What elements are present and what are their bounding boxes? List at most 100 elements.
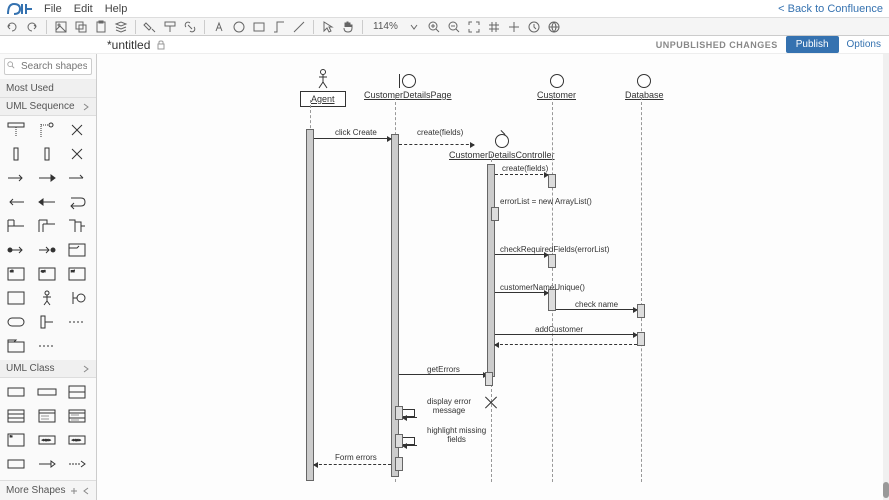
link-button[interactable] bbox=[182, 19, 198, 35]
shape-realize[interactable] bbox=[35, 454, 59, 474]
shape-class-3row[interactable] bbox=[4, 406, 28, 426]
undo-button[interactable] bbox=[4, 19, 20, 35]
section-most-used[interactable]: Most Used bbox=[0, 80, 96, 98]
shape-actor[interactable] bbox=[35, 288, 59, 308]
globe-button[interactable] bbox=[546, 19, 562, 35]
shape-activation2[interactable] bbox=[35, 144, 59, 164]
shape-dashed[interactable] bbox=[65, 312, 89, 332]
copy-button[interactable] bbox=[73, 19, 89, 35]
lifeline-customer[interactable]: Customer bbox=[537, 90, 576, 100]
history-button[interactable] bbox=[526, 19, 542, 35]
scrollbar-vertical[interactable] bbox=[883, 54, 889, 500]
msg-click-create[interactable]: click Create bbox=[335, 128, 377, 137]
shape-note[interactable] bbox=[4, 288, 28, 308]
shape-object[interactable] bbox=[4, 312, 28, 332]
msg-create-fields1[interactable]: create(fields) bbox=[417, 128, 463, 137]
shape-arrow-left-filled[interactable] bbox=[35, 192, 59, 212]
pointer-button[interactable] bbox=[320, 19, 336, 35]
lifeline-database[interactable]: Database bbox=[625, 90, 664, 100]
shape-stereotype2[interactable]: <<e>> bbox=[65, 430, 89, 450]
text-button[interactable] bbox=[211, 19, 227, 35]
shape-interface[interactable]: int bbox=[4, 430, 28, 450]
msg-check-name[interactable]: check name bbox=[575, 300, 618, 309]
paste-button[interactable] bbox=[93, 19, 109, 35]
shape-arrow-left[interactable] bbox=[4, 192, 28, 212]
connector-button[interactable] bbox=[271, 19, 287, 35]
shape-alt[interactable]: alt bbox=[4, 264, 28, 284]
layers-button[interactable] bbox=[113, 19, 129, 35]
shape-self-msg[interactable] bbox=[65, 192, 89, 212]
shape-destroy[interactable] bbox=[65, 120, 89, 140]
rect-button[interactable] bbox=[251, 19, 267, 35]
msg-highlight[interactable]: highlight missing fields bbox=[427, 426, 486, 444]
shape-lifeline-box[interactable] bbox=[4, 120, 28, 140]
document-title[interactable]: *untitled bbox=[107, 38, 150, 52]
msg-create-fields2[interactable]: create(fields) bbox=[502, 164, 548, 173]
options-link[interactable]: Options bbox=[847, 39, 881, 50]
redo-button[interactable] bbox=[24, 19, 40, 35]
paint-button[interactable] bbox=[142, 19, 158, 35]
shape-opt[interactable]: opt bbox=[35, 264, 59, 284]
logo[interactable] bbox=[6, 2, 36, 16]
menu-help[interactable]: Help bbox=[105, 3, 128, 15]
shape-arrow-right-filled[interactable] bbox=[35, 168, 59, 188]
section-uml-class[interactable]: UML Class bbox=[0, 360, 96, 378]
shape-arrow-right[interactable] bbox=[4, 168, 28, 188]
msg-add-customer[interactable]: addCustomer bbox=[535, 325, 583, 334]
shape-stereotype1[interactable]: <<s>> bbox=[35, 430, 59, 450]
more-shapes[interactable]: More Shapes bbox=[0, 480, 96, 500]
search-input[interactable] bbox=[4, 58, 92, 75]
msg-error-list[interactable]: errorList = new ArrayList() bbox=[500, 197, 592, 206]
shape-class-wide[interactable] bbox=[35, 382, 59, 402]
shape-found-msg[interactable] bbox=[4, 240, 28, 260]
shape-class-attrs[interactable] bbox=[35, 406, 59, 426]
section-uml-sequence[interactable]: UML Sequence bbox=[0, 98, 96, 116]
shape-empty[interactable] bbox=[4, 454, 28, 474]
shape-dashed2[interactable] bbox=[35, 336, 59, 356]
grid-button[interactable] bbox=[486, 19, 502, 35]
circle-button[interactable] bbox=[231, 19, 247, 35]
shape-lost-msg[interactable] bbox=[35, 240, 59, 260]
shape-depend[interactable] bbox=[65, 454, 89, 474]
shape-class-2row[interactable] bbox=[65, 382, 89, 402]
shape-package[interactable] bbox=[4, 336, 28, 356]
shape-class-simple[interactable] bbox=[4, 382, 28, 402]
shape-arrow-async[interactable] bbox=[65, 168, 89, 188]
destroy-icon[interactable] bbox=[485, 396, 497, 408]
menu-edit[interactable]: Edit bbox=[74, 3, 93, 15]
hand-button[interactable] bbox=[340, 19, 356, 35]
format-button[interactable] bbox=[162, 19, 178, 35]
shape-boundary[interactable] bbox=[65, 288, 89, 308]
lifeline-details-page[interactable]: CustomerDetailsPage bbox=[364, 90, 452, 100]
zoom-in-button[interactable] bbox=[426, 19, 442, 35]
msg-get-errors[interactable]: getErrors bbox=[427, 365, 460, 374]
add-button[interactable] bbox=[506, 19, 522, 35]
shape-ref[interactable]: ref bbox=[65, 264, 89, 284]
zoom-level[interactable]: 114% bbox=[373, 21, 398, 32]
fit-button[interactable] bbox=[466, 19, 482, 35]
line-button[interactable] bbox=[291, 19, 307, 35]
msg-check-required[interactable]: checkRequiredFields(errorList) bbox=[500, 245, 609, 254]
canvas[interactable]: Agent CustomerDetailsPage CustomerDetail… bbox=[97, 54, 889, 500]
shape-class-full[interactable] bbox=[65, 406, 89, 426]
shape-frame3[interactable] bbox=[65, 216, 89, 236]
shape-lifeline-circle[interactable] bbox=[35, 120, 59, 140]
chevron-down-icon[interactable] bbox=[406, 19, 422, 35]
actor-icon[interactable] bbox=[317, 69, 329, 89]
zoom-out-button[interactable] bbox=[446, 19, 462, 35]
msg-form-errors[interactable]: Form errors bbox=[335, 453, 377, 462]
msg-display-error[interactable]: display error message bbox=[427, 397, 471, 415]
lifeline-agent[interactable]: Agent bbox=[300, 91, 346, 107]
publish-button[interactable]: Publish bbox=[786, 36, 839, 53]
shape-frame1[interactable] bbox=[4, 216, 28, 236]
shape-frame2[interactable] bbox=[35, 216, 59, 236]
shape-activation[interactable] bbox=[4, 144, 28, 164]
image-button[interactable] bbox=[53, 19, 69, 35]
msg-name-unique[interactable]: customerNameUnique() bbox=[500, 283, 585, 292]
menu-file[interactable]: File bbox=[44, 3, 62, 15]
shape-x[interactable] bbox=[65, 144, 89, 164]
shape-option[interactable] bbox=[65, 240, 89, 260]
shape-entity[interactable] bbox=[35, 312, 59, 332]
back-to-confluence-link[interactable]: < Back to Confluence bbox=[778, 3, 883, 15]
lifeline-controller[interactable]: CustomerDetailsController bbox=[449, 150, 555, 160]
